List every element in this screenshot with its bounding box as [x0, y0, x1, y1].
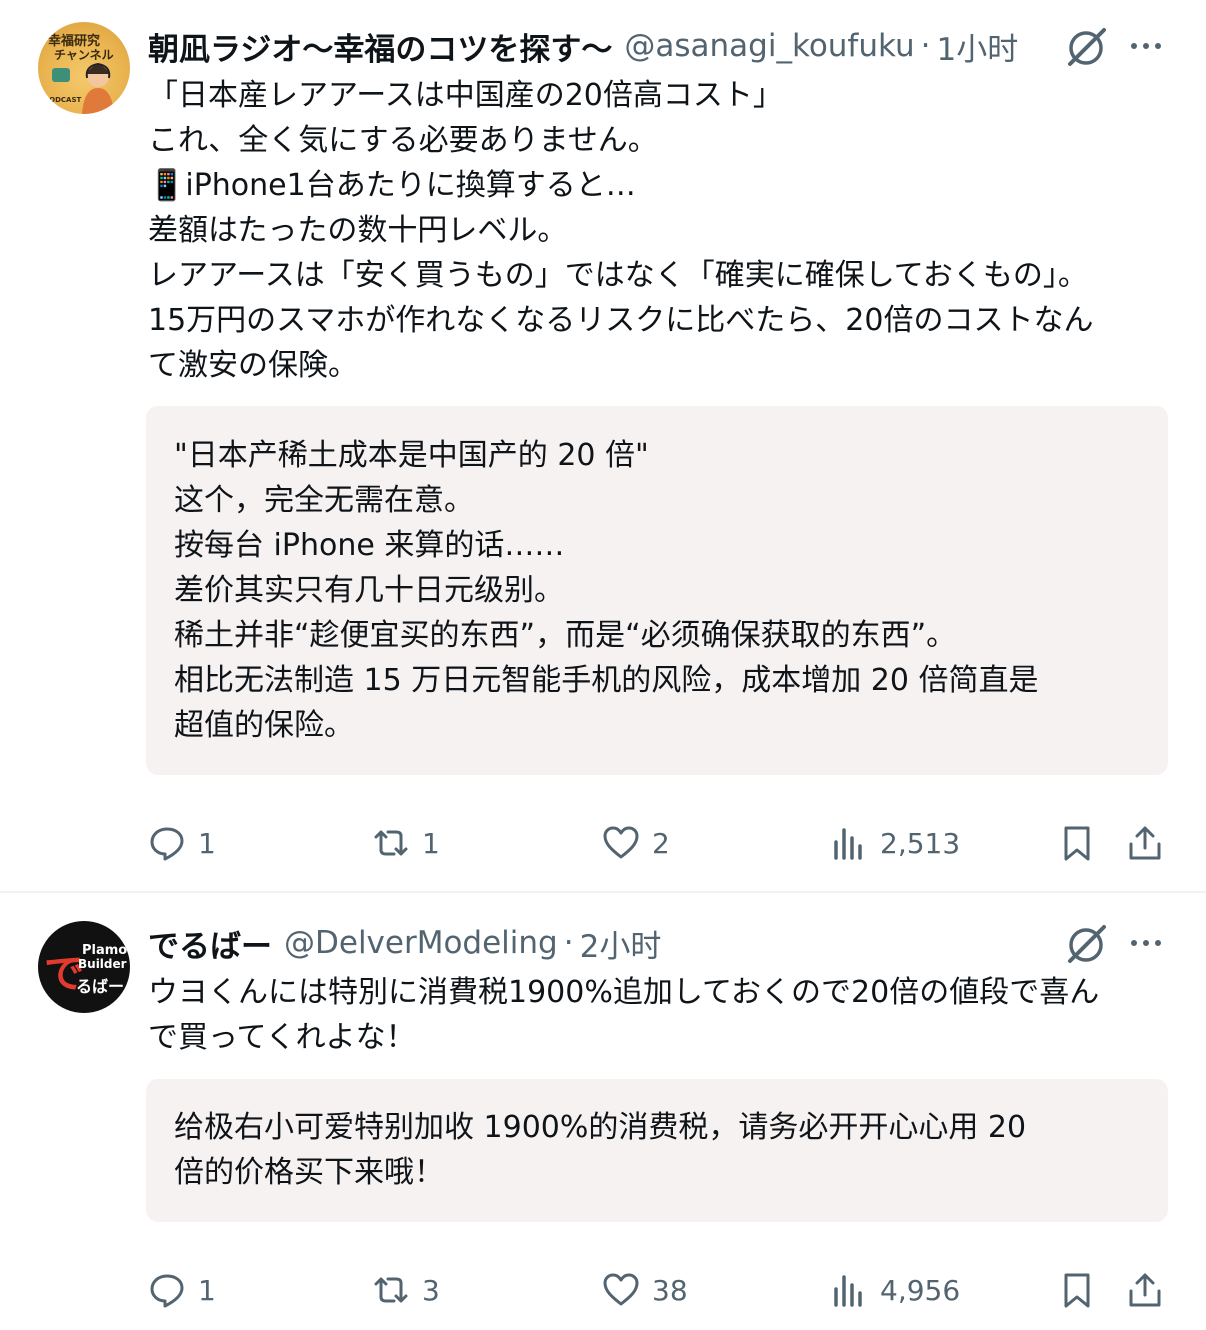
author-name[interactable]: でるばー: [148, 921, 272, 966]
translation-box: 给极右小可爱特别加收 1900%的消费税，请务必开开心心用 20 倍的价格买下来…: [146, 1079, 1168, 1222]
grok-icon[interactable]: [1064, 921, 1110, 967]
reply-count: 1: [198, 1273, 216, 1307]
avatar-text: Builder: [78, 957, 127, 971]
more-icon[interactable]: [1126, 26, 1166, 66]
reply-icon: [150, 827, 184, 861]
more-icon[interactable]: [1126, 923, 1166, 963]
bookmark-button[interactable]: [1058, 1271, 1096, 1309]
action-bar: 1 3 38 4,956: [0, 1261, 1206, 1321]
views-icon: [834, 828, 862, 860]
views-button[interactable]: 4,956: [830, 1271, 960, 1309]
post-body-line: 15万円のスマホが作れなくなるリスクに比べたら、20倍のコストなん: [148, 303, 1094, 338]
avatar-text: るばー: [76, 977, 125, 996]
bookmark-icon: [1064, 1273, 1090, 1308]
like-button[interactable]: 38: [602, 1271, 688, 1309]
translation-line: 这个，完全无需在意。: [174, 483, 474, 518]
bookmark-button[interactable]: [1058, 824, 1096, 862]
separator-dot: ·: [563, 925, 574, 961]
post-time[interactable]: 1小时: [937, 24, 1019, 69]
author-handle[interactable]: @DelverModeling: [284, 925, 558, 961]
like-icon: [603, 1273, 639, 1306]
share-button[interactable]: [1126, 1271, 1164, 1309]
post-body-line: レアアースは「安く買うもの」ではなく「確実に確保しておくもの」。: [148, 258, 1088, 293]
reply-button[interactable]: 1: [148, 824, 216, 862]
translation-line: 超值的保险。: [174, 708, 354, 743]
like-icon: [603, 826, 639, 859]
views-count: 2,513: [880, 826, 961, 860]
author-handle[interactable]: @asanagi_koufuku: [624, 28, 914, 64]
translation-line: 稀土并非“趁便宜买的东西”，而是“必须确保获取的东西”。: [174, 618, 957, 653]
views-icon: [834, 1275, 862, 1307]
translation-line: 给极右小可爱特别加收 1900%的消费税，请务必开开心心用 20: [174, 1110, 1027, 1145]
grok-icon[interactable]: [1064, 24, 1110, 70]
translation-box: "日本产稀土成本是中国产的 20 倍" 这个，完全无需在意。 按每台 iPhon…: [146, 406, 1168, 775]
like-button[interactable]: 2: [602, 824, 670, 862]
post-time[interactable]: 2小时: [580, 921, 662, 966]
post-body: ウヨくんには特別に消費税1900%追加しておくので20倍の値段で喜ん で買ってく…: [148, 970, 1158, 1060]
share-icon: [1129, 1273, 1161, 1307]
share-icon: [1129, 826, 1161, 860]
post-body-line: 「日本産レアアースは中国産の20倍高コスト」: [148, 78, 783, 113]
repost-icon: [374, 830, 408, 856]
translation-line: 差价其实只有几十日元级别。: [174, 573, 564, 608]
views-count: 4,956: [880, 1273, 961, 1307]
translation-line: 按每台 iPhone 来算的话……: [174, 528, 565, 563]
repost-count: 3: [422, 1273, 440, 1307]
views-button[interactable]: 2,513: [830, 824, 960, 862]
reply-icon: [150, 1274, 184, 1308]
avatar[interactable]: 幸福研究 チャンネル PODCAST: [38, 22, 130, 114]
post-body-line: ウヨくんには特別に消費税1900%追加しておくので20倍の値段で喜ん: [148, 975, 1100, 1010]
action-bar: 1 1 2 2,513: [0, 814, 1206, 874]
avatar[interactable]: で Plamo Builder るばー: [38, 921, 130, 1013]
post-body-line: 📱iPhone1台あたりに換算すると…: [148, 168, 636, 203]
separator-dot: ·: [920, 28, 931, 64]
post-body-line: 差額はたったの数十円レベル。: [148, 213, 568, 248]
translation-line: 倍的价格买下来哦！: [174, 1155, 444, 1190]
reply-count: 1: [198, 826, 216, 860]
post-header: でるばー @DelverModeling · 2小时: [148, 921, 661, 965]
post-body: 「日本産レアアースは中国産の20倍高コスト」 これ、全く気にする必要ありません。…: [148, 73, 1158, 388]
avatar-text: Plamo: [82, 943, 128, 958]
translation-text: "日本产稀土成本是中国产的 20 倍" 这个，完全无需在意。 按每台 iPhon…: [174, 433, 1039, 748]
post-body-line: で買ってくれよな！: [148, 1020, 416, 1055]
repost-icon: [374, 1277, 408, 1303]
post[interactable]: で Plamo Builder るばー でるばー @DelverModeling…: [0, 893, 1206, 1330]
post-body-line: て激安の保険。: [148, 348, 358, 383]
author-name[interactable]: 朝凪ラジオ〜幸福のコツを探す〜: [148, 24, 612, 69]
bookmark-icon: [1064, 826, 1090, 861]
avatar-text: PODCAST: [44, 96, 82, 104]
translation-line: "日本产稀土成本是中国产的 20 倍": [174, 438, 649, 473]
repost-count: 1: [422, 826, 440, 860]
repost-button[interactable]: 3: [372, 1271, 440, 1309]
post-body-line: これ、全く気にする必要ありません。: [148, 123, 658, 158]
translation-text: 给极右小可爱特别加收 1900%的消费税，请务必开开心心用 20 倍的价格买下来…: [174, 1105, 1026, 1195]
like-count: 38: [652, 1273, 688, 1307]
like-count: 2: [652, 826, 670, 860]
post-header: 朝凪ラジオ〜幸福のコツを探す〜 @asanagi_koufuku · 1小时: [148, 24, 1018, 68]
share-button[interactable]: [1126, 824, 1164, 862]
reply-button[interactable]: 1: [148, 1271, 216, 1309]
repost-button[interactable]: 1: [372, 824, 440, 862]
translation-line: 相比无法制造 15 万日元智能手机的风险，成本增加 20 倍简直是: [174, 663, 1039, 698]
post[interactable]: 幸福研究 チャンネル PODCAST 朝凪ラジオ〜幸福のコツを探す〜 @asan…: [0, 0, 1206, 890]
